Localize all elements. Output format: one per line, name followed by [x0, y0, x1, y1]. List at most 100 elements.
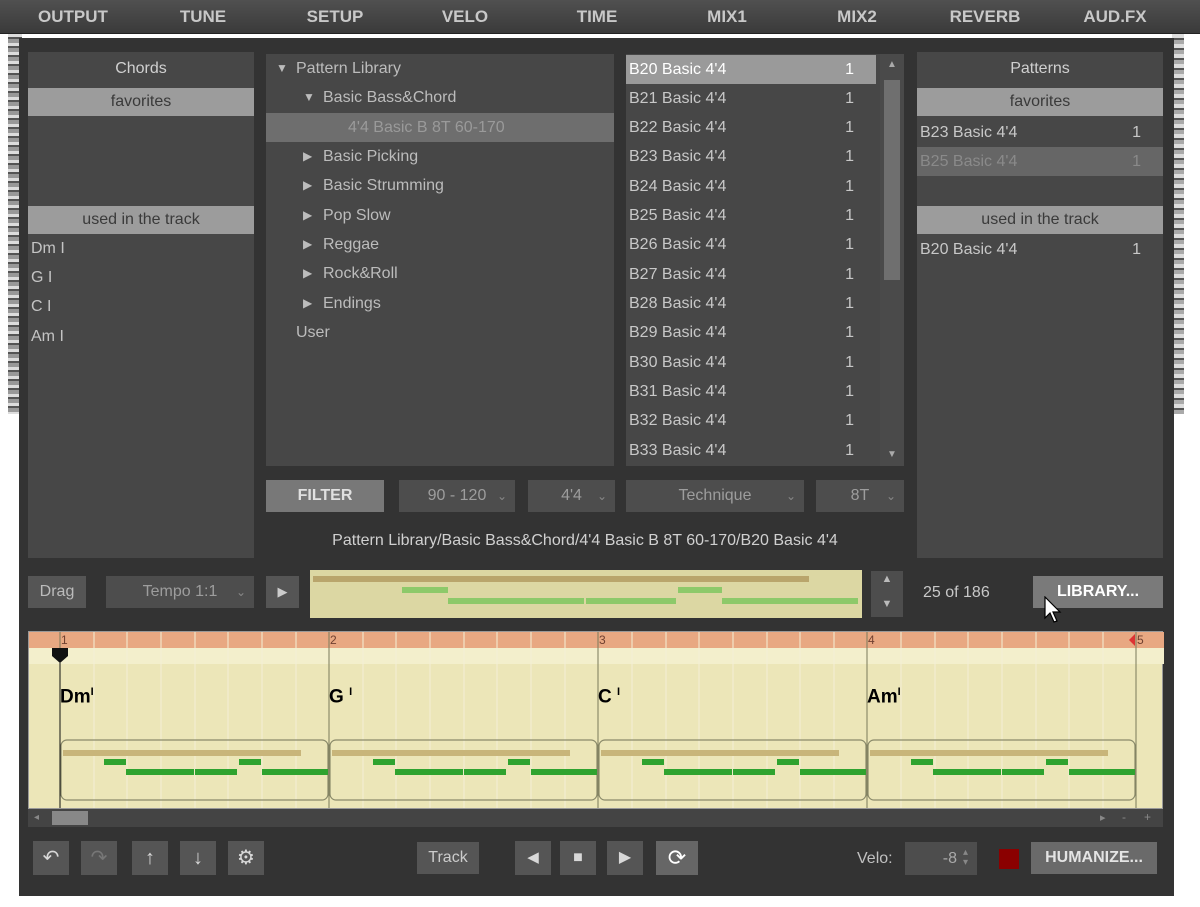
tab-velo[interactable]: VELO: [410, 0, 520, 34]
tab-aud-fx[interactable]: AUD.FX: [1060, 0, 1170, 34]
tree-item-pattern-library[interactable]: ▼ Pattern Library: [266, 54, 614, 83]
pattern-row[interactable]: B26 Basic 4'4 1: [626, 230, 876, 259]
favorite-pattern-row[interactable]: B25 Basic 4'4 1: [917, 147, 1163, 176]
timeline-chord-label[interactable]: C I: [598, 686, 620, 708]
tree-item-4-4-basic-b-8t[interactable]: 4'4 Basic B 8T 60-170: [266, 113, 614, 142]
timeline-chord-label[interactable]: DmI: [60, 686, 94, 708]
scroll-up-icon[interactable]: ▲: [880, 54, 904, 76]
pattern-row[interactable]: B20 Basic 4'4 1: [626, 55, 876, 84]
chord-item-am[interactable]: Am I: [31, 328, 64, 346]
move-down-button[interactable]: ↓: [180, 841, 216, 875]
pattern-row[interactable]: B29 Basic 4'4 1: [626, 318, 876, 347]
humanize-indicator[interactable]: [999, 849, 1019, 869]
arrow-up-icon[interactable]: ▲: [871, 573, 903, 585]
pattern-row[interactable]: B27 Basic 4'4 1: [626, 260, 876, 289]
settings-button[interactable]: ⚙: [228, 841, 264, 875]
chevron-down-icon: ⌄: [596, 489, 607, 503]
scroll-right-icon[interactable]: ▸: [1100, 811, 1106, 824]
pattern-path: Pattern Library/Basic Bass&Chord/4'4 Bas…: [332, 532, 838, 549]
scroll-left-icon[interactable]: ◂: [34, 812, 39, 823]
preview-note: [722, 598, 814, 604]
pattern-row[interactable]: B28 Basic 4'4 1: [626, 289, 876, 318]
humanize-button[interactable]: HUMANIZE...: [1031, 842, 1157, 874]
pattern-row[interactable]: B23 Basic 4'4 1: [626, 142, 876, 171]
tab-tune[interactable]: TUNE: [148, 0, 258, 34]
timeline[interactable]: 1 2 3 4 5 DmI G I C I AmI: [28, 631, 1164, 809]
scrollbar-thumb[interactable]: [52, 811, 88, 825]
timeline-chord-label[interactable]: G I: [329, 686, 352, 708]
zoom-in-icon[interactable]: +: [1144, 810, 1151, 824]
chords-used-header[interactable]: used in the track: [28, 206, 254, 234]
tree-item-rock-and-roll[interactable]: ▶ Rock&Roll: [266, 259, 614, 288]
pattern-row[interactable]: B32 Basic 4'4 1: [626, 406, 876, 435]
tab-mix2[interactable]: MIX2: [802, 0, 912, 34]
move-up-button[interactable]: ↑: [132, 841, 168, 875]
stop-button[interactable]: ■: [560, 841, 596, 875]
pattern-row[interactable]: B30 Basic 4'4 1: [626, 348, 876, 377]
tree-item-basic-bass-chord[interactable]: ▼ Basic Bass&Chord: [266, 83, 614, 112]
stop-icon: ■: [573, 849, 583, 866]
bass-notes: [63, 750, 1108, 756]
tempo-range-select[interactable]: 90 - 120 ⌄: [399, 480, 515, 512]
timeline-scrollbar[interactable]: ◂ ▸ - +: [28, 809, 1163, 827]
pattern-row[interactable]: B24 Basic 4'4 1: [626, 172, 876, 201]
patterns-used-header[interactable]: used in the track: [917, 206, 1163, 234]
patterns-title: Patterns: [1010, 60, 1070, 77]
rewind-button[interactable]: ◀: [515, 841, 551, 875]
scrollbar-thumb[interactable]: [884, 80, 900, 280]
bar-number: 2: [330, 633, 337, 647]
tree-item-pop-slow[interactable]: ▶ Pop Slow: [266, 201, 614, 230]
tab-output[interactable]: OUTPUT: [18, 0, 128, 34]
pattern-row[interactable]: B25 Basic 4'4 1: [626, 201, 876, 230]
chord-item-g[interactable]: G I: [31, 269, 52, 287]
velo-label: Velo:: [857, 850, 893, 867]
chord-item-dm[interactable]: Dm I: [31, 240, 65, 258]
chords-favorites-header[interactable]: favorites: [28, 88, 254, 116]
pattern-row[interactable]: B33 Basic 4'4 1: [626, 436, 876, 465]
zoom-out-icon[interactable]: -: [1122, 810, 1126, 824]
tree-item-basic-picking[interactable]: ▶ Basic Picking: [266, 142, 614, 171]
track-button[interactable]: Track: [417, 842, 479, 874]
chord-item-c[interactable]: C I: [31, 298, 51, 316]
pattern-row[interactable]: B22 Basic 4'4 1: [626, 113, 876, 142]
caret-down-icon: ▼: [303, 90, 315, 104]
play-button[interactable]: ▶: [607, 841, 643, 875]
meter-select[interactable]: 4'4 ⌄: [528, 480, 615, 512]
preview-stepper[interactable]: ▲ ▼: [871, 571, 903, 617]
tempo-select[interactable]: Tempo 1:1 ⌄: [106, 576, 254, 608]
timeline-chord-label[interactable]: AmI: [867, 686, 901, 708]
tree-item-basic-strumming[interactable]: ▶ Basic Strumming: [266, 171, 614, 200]
main-panel: Chords favorites used in the track Dm I …: [19, 38, 1174, 896]
drag-button[interactable]: Drag: [28, 576, 86, 608]
technique-select[interactable]: Technique ⌄: [626, 480, 804, 512]
loop-button[interactable]: ⟳: [656, 841, 698, 875]
undo-button[interactable]: ↶: [33, 841, 69, 875]
pattern-row[interactable]: B31 Basic 4'4 1: [626, 377, 876, 406]
pattern-row[interactable]: B21 Basic 4'4 1: [626, 84, 876, 113]
tab-mix1[interactable]: MIX1: [672, 0, 782, 34]
used-pattern-row[interactable]: B20 Basic 4'4 1: [917, 235, 1163, 264]
patterns-favorites-header[interactable]: favorites: [917, 88, 1163, 116]
tab-time[interactable]: TIME: [542, 0, 652, 34]
tab-setup[interactable]: SETUP: [280, 0, 390, 34]
feel-select[interactable]: 8T ⌄: [816, 480, 904, 512]
favorite-pattern-row[interactable]: B23 Basic 4'4 1: [917, 118, 1163, 147]
tree-item-endings[interactable]: ▶ Endings: [266, 289, 614, 318]
preview-note: [402, 587, 448, 593]
preview-play-button[interactable]: ▶: [266, 576, 299, 608]
speaker-icon: ◀: [527, 849, 539, 866]
chevron-down-icon: ⌄: [885, 489, 896, 503]
scroll-down-icon[interactable]: ▼: [880, 444, 904, 466]
play-icon: ▶: [618, 849, 632, 866]
caret-right-icon: ▶: [303, 208, 313, 222]
redo-button[interactable]: ↷: [81, 841, 117, 875]
patterns-panel: Patterns favorites B23 Basic 4'4 1 B25 Ba…: [917, 52, 1163, 558]
pattern-list-scrollbar[interactable]: ▲ ▼: [880, 54, 904, 466]
velo-stepper-icon[interactable]: ▴ ▾: [963, 848, 968, 868]
tree-item-user[interactable]: User: [266, 318, 614, 347]
filter-button[interactable]: FILTER: [266, 480, 384, 512]
arrow-down-icon[interactable]: ▼: [871, 598, 903, 610]
tab-reverb[interactable]: REVERB: [930, 0, 1040, 34]
tree-item-reggae[interactable]: ▶ Reggae: [266, 230, 614, 259]
preview-note: [814, 598, 858, 604]
